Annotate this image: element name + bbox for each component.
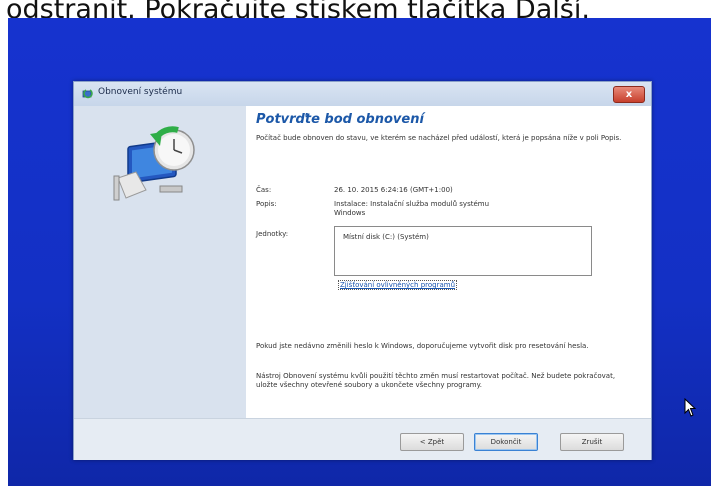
window-title: Obnovení systému [98,87,183,97]
left-pane [74,106,246,418]
drives-list[interactable]: Místní disk (C:) (Systém) [334,226,592,276]
computer-restore-icon [113,126,195,201]
button-bar: < Zpět Dokončit Zrušit [74,418,651,460]
time-label: Čas: [256,186,272,194]
close-button[interactable]: x [613,86,645,103]
description-value: Instalace: Instalační služba modulů syst… [334,200,490,217]
mouse-pointer-icon [684,398,697,417]
system-restore-icon [82,89,93,99]
restart-note: Nástroj Obnovení systému kvůli použití t… [256,372,616,389]
system-restore-dialog: Obnovení systému x Potvrďte bod obnovení… [73,81,652,460]
finish-button[interactable]: Dokončit [474,433,538,451]
list-item[interactable]: Místní disk (C:) (Systém) [343,233,429,241]
close-icon: x [625,89,633,100]
cancel-button[interactable]: Zrušit [560,433,624,451]
drives-label: Jednotky: [256,230,289,238]
title-bar[interactable]: Obnovení systému x [74,82,651,106]
password-note: Pokud jste nedávno změnili heslo k Windo… [256,342,589,350]
main-pane: Potvrďte bod obnovení Počítač bude obnov… [246,106,651,418]
intro-text: Počítač bude obnoven do stavu, ve kterém… [256,134,622,142]
desktop: Obnovení systému x Potvrďte bod obnovení… [8,18,711,486]
page-title: Potvrďte bod obnovení [256,112,424,127]
scan-affected-programs-link[interactable]: Zjišťování ovlivněných programů [338,280,458,290]
description-label: Popis: [256,200,277,208]
time-value: 26. 10. 2015 6:24:16 (GMT+1:00) [334,186,453,194]
back-button[interactable]: < Zpět [400,433,464,451]
